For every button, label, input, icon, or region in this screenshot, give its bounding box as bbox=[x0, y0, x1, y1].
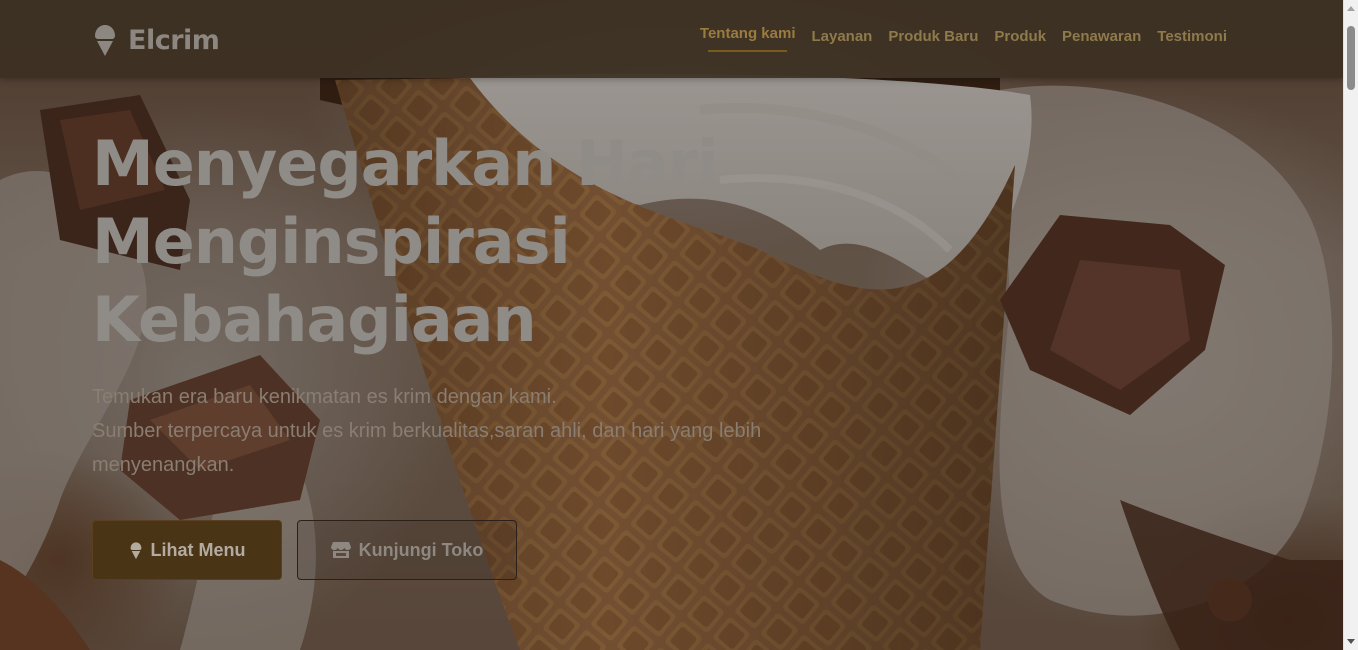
nav-link-layanan[interactable]: Layanan bbox=[811, 28, 872, 55]
brand-logo[interactable]: Elcrim bbox=[92, 22, 220, 58]
hero-title-line: Menginspirasi bbox=[92, 205, 571, 278]
hero-title-line: Menyegarkan Hari bbox=[92, 127, 719, 200]
hero-title: Menyegarkan Hari Menginspirasi Kebahagia… bbox=[92, 125, 852, 359]
store-icon bbox=[330, 542, 351, 558]
hero-subtitle: Temukan era baru kenikmatan es krim deng… bbox=[92, 380, 812, 482]
scroll-up-arrow-icon[interactable] bbox=[1347, 6, 1355, 11]
nav-link-produk-baru[interactable]: Produk Baru bbox=[888, 28, 978, 55]
view-menu-label: Lihat Menu bbox=[150, 539, 246, 560]
hero-subtitle-line: Sumber terpercaya untuk es krim berkuali… bbox=[92, 420, 762, 442]
visit-store-button[interactable]: Kunjungi Toko bbox=[297, 520, 517, 580]
top-navbar: Elcrim Tentang kami Layanan Produk Baru … bbox=[0, 0, 1343, 78]
page-viewport: Elcrim Tentang kami Layanan Produk Baru … bbox=[0, 0, 1358, 650]
nav-link-tentang-kami[interactable]: Tentang kami bbox=[700, 25, 795, 52]
nav-link-produk[interactable]: Produk bbox=[994, 28, 1046, 55]
scrollbar-thumb[interactable] bbox=[1347, 26, 1355, 90]
hero-subtitle-line: Temukan era baru kenikmatan es krim deng… bbox=[92, 386, 557, 408]
brand-name: Elcrim bbox=[128, 24, 220, 56]
hero-title-line: Kebahagiaan bbox=[92, 283, 537, 356]
ice-cream-icon bbox=[130, 541, 141, 559]
scroll-down-arrow-icon[interactable] bbox=[1347, 639, 1355, 644]
page-scrollbar[interactable] bbox=[1343, 0, 1358, 650]
nav-link-testimoni[interactable]: Testimoni bbox=[1157, 28, 1227, 55]
hero-subtitle-line: menyenangkan. bbox=[92, 454, 235, 476]
nav-menu: Tentang kami Layanan Produk Baru Produk … bbox=[700, 25, 1227, 55]
visit-store-label: Kunjungi Toko bbox=[358, 539, 484, 560]
view-menu-button[interactable]: Lihat Menu bbox=[92, 520, 282, 580]
nav-link-penawaran[interactable]: Penawaran bbox=[1062, 28, 1141, 55]
ice-cream-icon bbox=[95, 25, 115, 56]
